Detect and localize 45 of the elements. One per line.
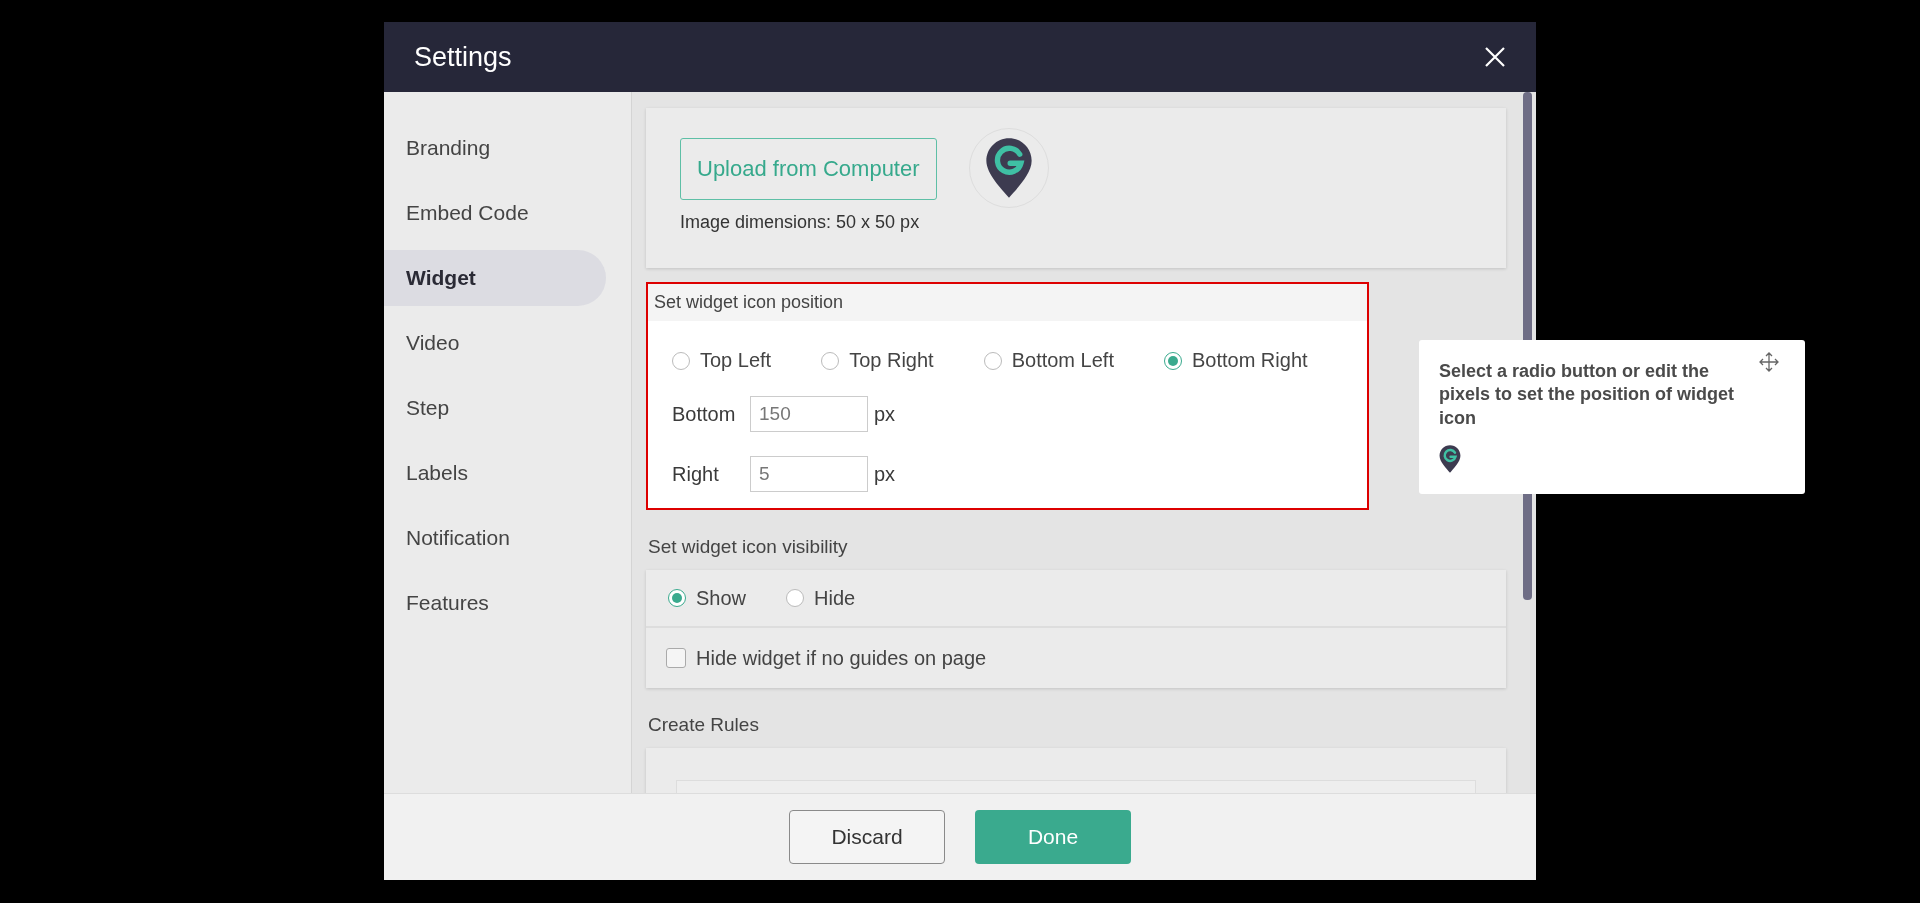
sidebar-item[interactable]: Video [384, 315, 606, 371]
radio-label: Bottom Left [1011, 349, 1114, 372]
input-field[interactable]: 150 [750, 396, 868, 432]
sidebar-item[interactable]: Branding [384, 120, 606, 176]
image-dimensions-hint: Image dimensions: 50 x 50 px [680, 212, 921, 233]
radio-button[interactable] [1163, 351, 1182, 370]
radio-button[interactable] [668, 589, 686, 607]
map-pin-logo-icon [1439, 444, 1461, 475]
radio-option[interactable]: Bottom Right [1163, 349, 1308, 372]
tooltip-text: Select a radio button or edit the pixels to set the position of widget icon [1439, 360, 1735, 430]
radio-option[interactable]: Top Right [821, 349, 934, 372]
radio-label: Top Right [849, 349, 934, 372]
radio-button[interactable] [821, 351, 840, 370]
sidebar-item[interactable]: Notification [384, 510, 606, 566]
section-heading: Set widget icon position [653, 291, 845, 314]
sidebar-item[interactable]: Step [384, 380, 606, 436]
radio-option[interactable]: Top Left [672, 349, 772, 372]
field-label: Right [672, 462, 720, 486]
unit-label: px [874, 402, 896, 426]
section-heading: Create Rules [647, 713, 760, 737]
radio-button[interactable] [786, 589, 805, 607]
radio-label: Hide [814, 586, 856, 610]
sidebar-item[interactable]: Features [384, 575, 606, 631]
radio-button[interactable] [672, 351, 690, 370]
radio-option[interactable]: Hide [786, 586, 856, 610]
radio-option[interactable]: Show [668, 586, 747, 610]
map-pin-logo-icon [984, 137, 1033, 199]
checkbox-label: Hide widget if no guides on page [696, 646, 987, 670]
input-field[interactable]: 5 [750, 456, 868, 492]
sidebar-item[interactable]: Widget [384, 250, 606, 306]
field-label: Bottom [672, 402, 737, 426]
move-icon[interactable] [1759, 352, 1779, 372]
radio-label: Bottom Right [1191, 349, 1308, 372]
sidebar-item[interactable]: Labels [384, 445, 606, 501]
radio-button[interactable] [983, 351, 1002, 370]
radio-label: Top Left [700, 349, 772, 372]
radio-label: Show [696, 586, 747, 610]
sidebar-item[interactable]: Embed Code [384, 185, 606, 241]
dialog-title: Settings [414, 41, 512, 73]
radio-option[interactable]: Bottom Left [983, 349, 1114, 372]
close-icon[interactable] [1484, 46, 1506, 68]
discard-button[interactable]: Discard [789, 810, 945, 864]
section-heading: Set widget icon visibility [647, 535, 849, 559]
unit-label: px [874, 462, 896, 486]
checkbox[interactable] [666, 648, 686, 668]
